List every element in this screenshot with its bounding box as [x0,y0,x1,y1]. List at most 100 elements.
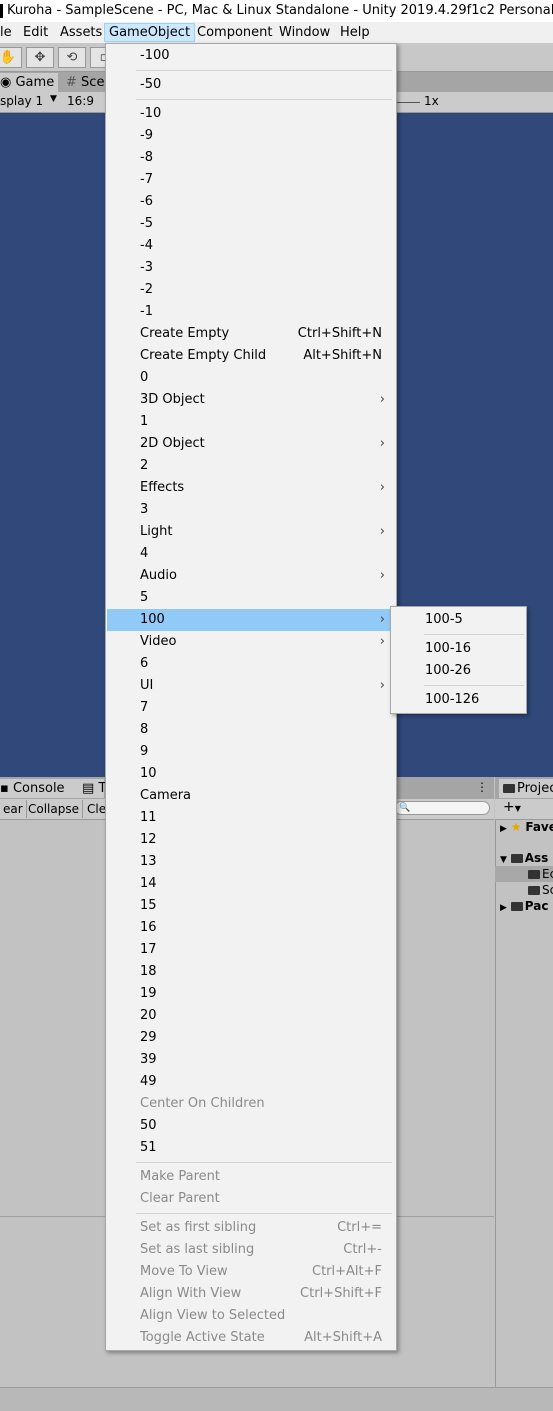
menu-item-29[interactable]: 29 [107,1027,395,1049]
console-search-input[interactable]: 🔍 [394,801,490,815]
menu-item-50[interactable]: -50 [107,74,395,96]
menu-item-15[interactable]: 15 [107,895,395,917]
menu-item-10[interactable]: 10 [107,763,395,785]
expand-arrow-icon: ▶ [500,824,507,834]
tree-item-favorites[interactable]: ▶ ★ Fave [500,819,553,835]
folder-icon [510,902,523,911]
menu-item-9[interactable]: -9 [107,125,395,147]
menu-item-8[interactable]: 8 [107,719,395,741]
menu-item-create-empty-child[interactable]: Create Empty Child Alt+Shift+N [107,345,395,367]
move-tool-button[interactable]: ✥ [26,47,54,68]
clear-button[interactable]: ear [0,800,27,818]
menu-item-8[interactable]: -8 [107,147,395,169]
menu-item-100-126[interactable]: 100-126 [392,689,525,711]
menu-item-set-as-last-sibling: Set as last sibling Ctrl+- [107,1239,395,1261]
menu-item-6[interactable]: 6 [107,653,395,675]
menu-item-39[interactable]: 39 [107,1049,395,1071]
menu-item-11[interactable]: 11 [107,807,395,829]
menu-item-7[interactable]: 7 [107,697,395,719]
menu-item-10[interactable]: -10 [107,103,395,125]
menu-item-100-5[interactable]: 100-5 [392,609,525,631]
menu-item-4[interactable]: -4 [107,235,395,257]
window-title-bar: Kuroha - SampleScene - PC, Mac & Linux S… [0,0,553,22]
menu-item-100[interactable]: -100 [107,45,395,67]
menu-item-2d-object[interactable]: 2D Object › [107,433,395,455]
menu-item-ui[interactable]: UI › [107,675,395,697]
menu-item-12[interactable]: 12 [107,829,395,851]
aspect-dropdown[interactable]: 16:9 [67,94,107,108]
tab-scene[interactable]: # Sce [62,73,108,92]
tab-project[interactable]: Projec [499,779,553,798]
menu-component[interactable]: Component [193,24,276,41]
menu-item-51[interactable]: 51 [107,1137,395,1159]
menu-item-2[interactable]: -2 [107,279,395,301]
scale-slider[interactable] [396,102,420,103]
tree-item-packages[interactable]: ▶ Pac [500,898,548,914]
menu-item-0[interactable]: 0 [107,367,395,389]
menu-item-label: -9 [140,128,153,143]
menu-assets[interactable]: Assets [56,24,106,41]
menu-item-video[interactable]: Video › [107,631,395,653]
menu-separator [136,70,392,71]
menu-item-50[interactable]: 50 [107,1115,395,1137]
menu-item-label: -100 [140,48,170,63]
collapse-button[interactable]: Collapse [25,800,83,818]
menu-item-100[interactable]: 100 › [107,609,395,631]
folder-icon [510,854,523,863]
menu-item-18[interactable]: 18 [107,961,395,983]
submenu-arrow-icon: › [379,678,385,693]
menu-item-6[interactable]: -6 [107,191,395,213]
menu-item-label: Effects [140,480,185,495]
menu-item-effects[interactable]: Effects › [107,477,395,499]
menu-help[interactable]: Help [336,24,374,41]
menu-item-label: 2D Object [140,436,205,451]
menu-item-make-parent: Make Parent [107,1166,395,1188]
menu-item-shortcut: Ctrl+Shift+F [300,1286,382,1301]
menu-item-19[interactable]: 19 [107,983,395,1005]
menu-item-label: 6 [140,656,149,671]
tab-console-label: Console [12,781,65,796]
menu-item-light[interactable]: Light › [107,521,395,543]
menu-item-3[interactable]: 3 [107,499,395,521]
menu-item-100-16[interactable]: 100-16 [392,638,525,660]
aspect-label: 16:9 [67,94,94,108]
menu-item-13[interactable]: 13 [107,851,395,873]
menu-item-1[interactable]: -1 [107,301,395,323]
rotate-tool-button[interactable]: ⟲ [58,47,86,68]
menu-item-label: Set as last sibling [140,1242,255,1257]
tree-item-scenes[interactable]: Sc [528,882,553,898]
menu-item-1[interactable]: 1 [107,411,395,433]
tree-item-editor[interactable]: Ec [495,866,553,882]
menu-item-2[interactable]: 2 [107,455,395,477]
menu-edit[interactable]: Edit [19,24,52,41]
tab-game[interactable]: ◉ Game [0,73,59,92]
menu-item-create-empty[interactable]: Create Empty Ctrl+Shift+N [107,323,395,345]
menu-item-49[interactable]: 49 [107,1071,395,1093]
menu-item-camera[interactable]: Camera [107,785,395,807]
hand-tool-button[interactable]: ✋ [0,47,22,68]
menu-file[interactable]: le [0,24,16,41]
menu-item-5[interactable]: 5 [107,587,395,609]
menu-item-3d-object[interactable]: 3D Object › [107,389,395,411]
menu-item-audio[interactable]: Audio › [107,565,395,587]
menu-item-100-26[interactable]: 100-26 [392,660,525,682]
menu-item-20[interactable]: 20 [107,1005,395,1027]
menu-item-label: 10 [140,766,157,781]
menu-window[interactable]: Window [275,24,334,41]
menu-item-9[interactable]: 9 [107,741,395,763]
create-plus-button[interactable]: +▼ [503,799,521,815]
menu-gameobject[interactable]: GameObject [104,23,196,42]
menu-item-3[interactable]: -3 [107,257,395,279]
menu-item-label: 16 [140,920,157,935]
display-dropdown[interactable]: splay 1 ▼ [0,94,62,108]
menu-item-17[interactable]: 17 [107,939,395,961]
more-options-icon[interactable]: ⋮ [476,780,488,794]
menu-item-toggle-active-state: Toggle Active State Alt+Shift+A [107,1327,395,1349]
menu-item-16[interactable]: 16 [107,917,395,939]
tree-item-assets[interactable]: ▼ Ass [500,850,548,866]
menu-item-align-view-to-selected: Align View to Selected [107,1305,395,1327]
menu-item-7[interactable]: -7 [107,169,395,191]
menu-item-14[interactable]: 14 [107,873,395,895]
menu-item-4[interactable]: 4 [107,543,395,565]
menu-item-5[interactable]: -5 [107,213,395,235]
